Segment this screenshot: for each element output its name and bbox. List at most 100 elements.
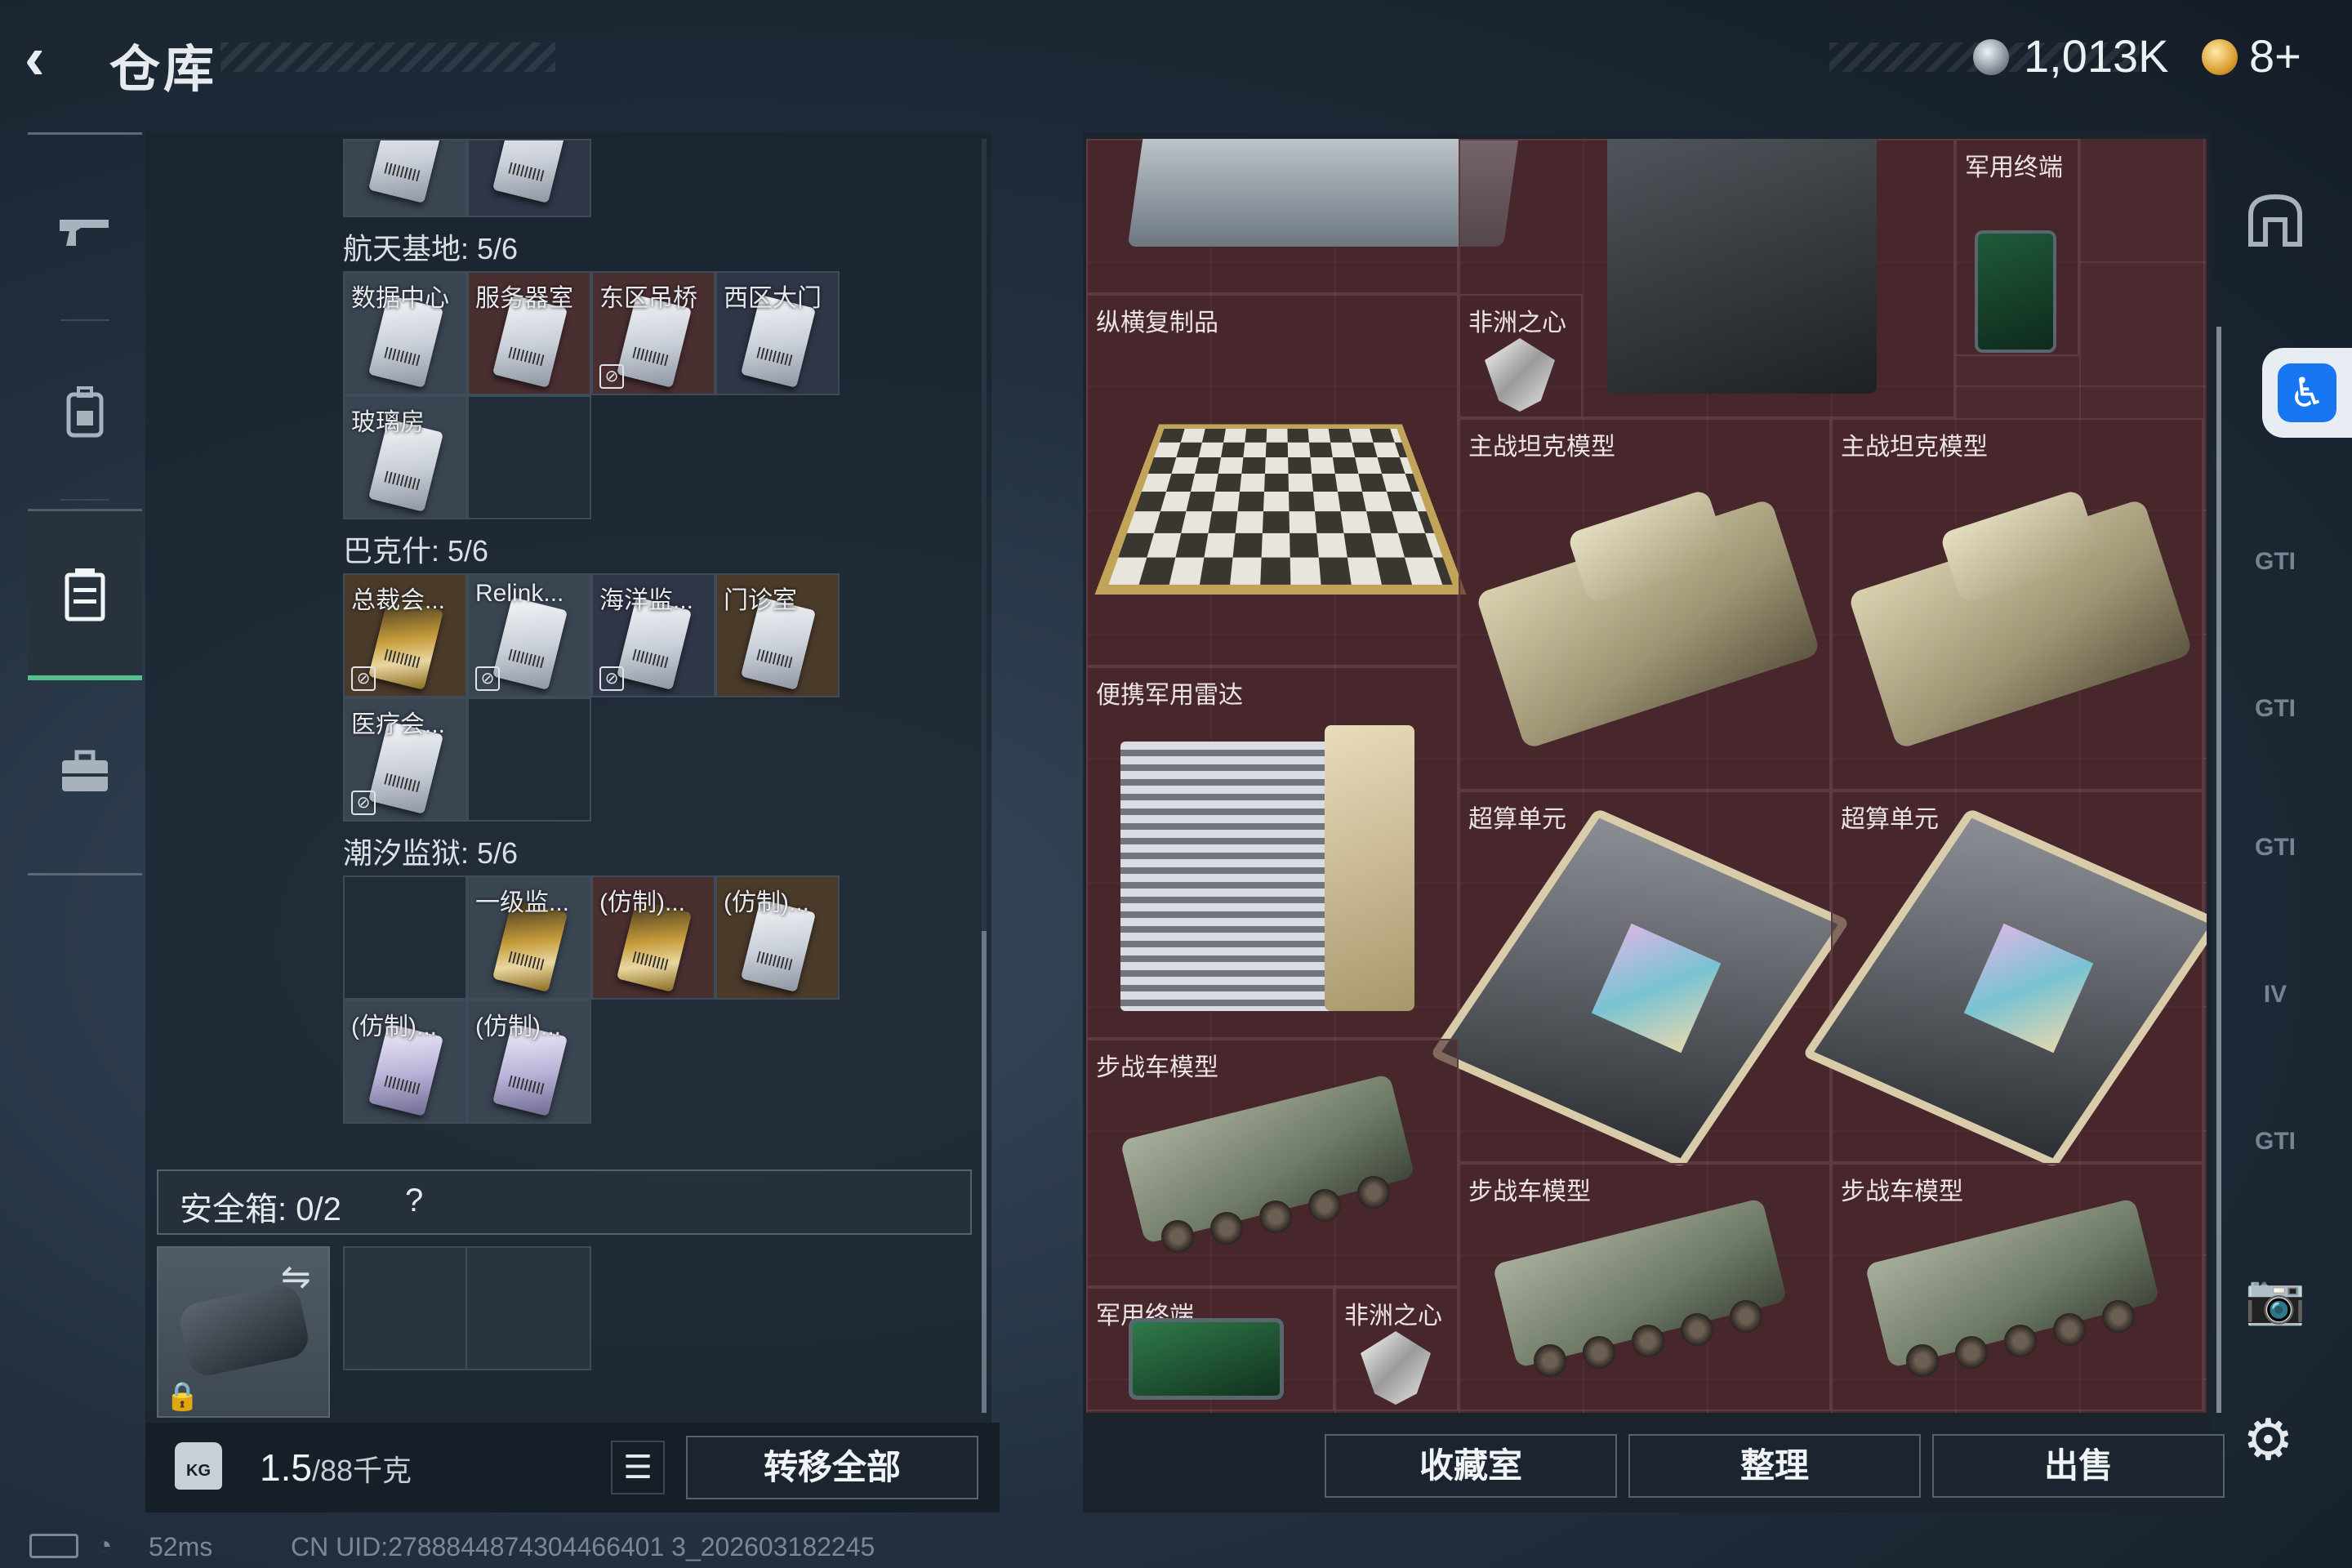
weight-capacity: /88千克 (311, 1454, 412, 1487)
grid-item[interactable]: 军用终端 (1955, 139, 2079, 356)
keycard-slot[interactable]: 一级监... (467, 875, 591, 1000)
gt-plate-icon[interactable]: GTI (2226, 660, 2324, 758)
back-arrow-icon[interactable]: ‹ (24, 28, 82, 88)
empty-slot[interactable] (343, 875, 467, 1000)
unbound-icon: ⊘ (475, 666, 500, 691)
stash-scroll-thumb[interactable] (982, 931, 987, 1413)
grid-item[interactable]: 主战坦克模型 (1831, 418, 2203, 791)
grid-item[interactable]: 非洲之心 (1334, 1287, 1459, 1411)
sell-button[interactable]: 出售 (1932, 1434, 2225, 1498)
keycard-label: 西区大门 (724, 285, 822, 312)
keycard-slot[interactable]: (仿制)... (591, 875, 715, 1000)
settings-gear-icon[interactable]: ⚙ (2243, 1406, 2294, 1473)
safe-box-item[interactable]: ⇋ 🔒 (157, 1246, 330, 1418)
keycard-slot[interactable]: (仿制)... (343, 1000, 467, 1124)
item-label: 超算单元 (1841, 806, 1939, 833)
item-label: 步战车模型 (1468, 1178, 1591, 1205)
keycard-slot[interactable]: 海洋监... ⊘ (591, 573, 715, 697)
lock-icon: 🔒 (165, 1381, 200, 1412)
container-scrollbar[interactable] (2216, 327, 2221, 1413)
grid-item[interactable]: 非洲之心 (1459, 294, 1583, 418)
keycard-label: 东区吊桥 (599, 285, 697, 312)
keycard-label: Relink... (475, 580, 564, 607)
keycard-label: 医疗会... (351, 711, 446, 738)
grid-item[interactable]: 便携军用雷达 (1086, 666, 1459, 1039)
weapon-icon[interactable] (28, 151, 142, 314)
gear-tier-label: GTI (2255, 1128, 2296, 1155)
gt-vest-icon[interactable]: GTI (2226, 513, 2324, 611)
safe-box-label: 安全箱: 0/2 (180, 1192, 341, 1227)
sort-button[interactable]: 整理 (1628, 1434, 1921, 1498)
gt-rig-icon[interactable]: GTI (2226, 799, 2324, 897)
empty-slot[interactable] (467, 697, 591, 822)
keycard-label: 服务器室 (475, 285, 573, 312)
keycard-slot[interactable]: 玻璃房 (343, 395, 467, 519)
keycard-slot[interactable]: (仿制)... (467, 1000, 591, 1124)
help-icon[interactable]: ? (405, 1183, 423, 1219)
keycard-label: (仿制)... (599, 889, 685, 916)
token-count[interactable]: 8+ (2249, 29, 2301, 82)
keycard-slot[interactable]: (仿制)... (715, 875, 840, 1000)
keycard-label: 一级监... (475, 889, 570, 916)
group-header: 潮汐监狱: 5/6 (343, 836, 519, 870)
left-category-nav (28, 132, 142, 875)
keycard-slot[interactable]: Relink... ⊘ (467, 573, 591, 697)
nav-divider (60, 319, 109, 321)
gear-tier-label: IV (2263, 981, 2287, 1008)
keycard-label: 总裁会... (351, 587, 446, 614)
battery-icon (29, 1534, 78, 1558)
gear-tier-label: GTI (2255, 548, 2296, 575)
item-label: 非洲之心 (1344, 1303, 1442, 1330)
weight-readout: 1.5/88千克 (260, 1446, 412, 1490)
keycard-slot[interactable]: 门诊室 (715, 573, 840, 697)
gt-chest-icon[interactable]: GTI (2226, 1093, 2324, 1191)
wifi-icon: ◔ (96, 1530, 113, 1560)
briefcase-icon[interactable] (28, 690, 142, 853)
transfer-all-button[interactable]: 转移全部 (686, 1436, 978, 1499)
unbound-icon: ⊘ (351, 791, 376, 815)
grid-item[interactable]: 超算单元 (1429, 791, 1851, 1169)
armor-icon[interactable] (2226, 170, 2324, 268)
accessibility-button[interactable]: ♿ (2262, 348, 2352, 438)
keycard-slot[interactable]: 西区大门 (715, 271, 840, 395)
grid-item[interactable]: 步战车模型 (1459, 1163, 1831, 1411)
group-header: 巴克什: 5/6 (343, 534, 489, 568)
item-label: 主战坦克模型 (1468, 434, 1615, 461)
keycard-label: 数据中心 (351, 285, 449, 312)
grid-item[interactable]: 超算单元 (1802, 791, 2207, 1169)
keycard-slot[interactable] (467, 139, 591, 217)
keycard-slot[interactable]: 总裁会... ⊘ (343, 573, 467, 697)
iv-rig-icon[interactable]: IV (2226, 946, 2324, 1044)
status-bar: ◔ 52ms CN UID:2788844874304466401 3_2026… (0, 1529, 2352, 1568)
group-header: 航天基地: 5/6 (343, 232, 519, 265)
server-rack-item[interactable] (1086, 139, 1522, 294)
keycard-label: 玻璃房 (351, 409, 425, 436)
collection-room-button[interactable]: 收藏室 (1325, 1434, 1617, 1498)
gold-token-icon (2202, 39, 2238, 75)
keycard-slot[interactable]: 数据中心 (343, 271, 467, 395)
keycard-label: (仿制)... (351, 1013, 437, 1040)
iv-scope-icon[interactable]: 📷 (2226, 1250, 2324, 1348)
safe-box-slot[interactable] (343, 1246, 591, 1370)
list-view-button[interactable]: ☰ (611, 1441, 665, 1494)
keycard-slot[interactable]: 服务器室 (467, 271, 591, 395)
grid-item[interactable]: 纵横复制品 (1086, 294, 1467, 666)
grid-item[interactable]: 军用终端 (1086, 1287, 1334, 1411)
coin-icon (1973, 39, 2009, 75)
empty-slot[interactable] (467, 395, 591, 519)
currency-balance[interactable]: 1,013K (2024, 29, 2169, 82)
grid-item[interactable]: 步战车模型 (1086, 1039, 1459, 1287)
keycard-slot[interactable]: 医疗会... ⊘ (343, 697, 467, 822)
swap-icon[interactable]: ⇋ (281, 1256, 311, 1298)
backpack-icon[interactable] (28, 331, 142, 494)
accessibility-icon: ♿ (2278, 363, 2336, 422)
keycard-slot[interactable] (343, 139, 467, 217)
item-label: 非洲之心 (1468, 310, 1566, 336)
gear-tier-label: GTI (2255, 695, 2296, 722)
keycard-label: 门诊室 (724, 587, 797, 614)
keycard-slot[interactable]: 东区吊桥 ⊘ (591, 271, 715, 395)
current-weight: 1.5 (260, 1446, 312, 1489)
container-icon[interactable] (28, 509, 142, 680)
grid-item[interactable]: 主战坦克模型 (1459, 418, 1831, 791)
grid-item[interactable]: 步战车模型 (1831, 1163, 2203, 1411)
